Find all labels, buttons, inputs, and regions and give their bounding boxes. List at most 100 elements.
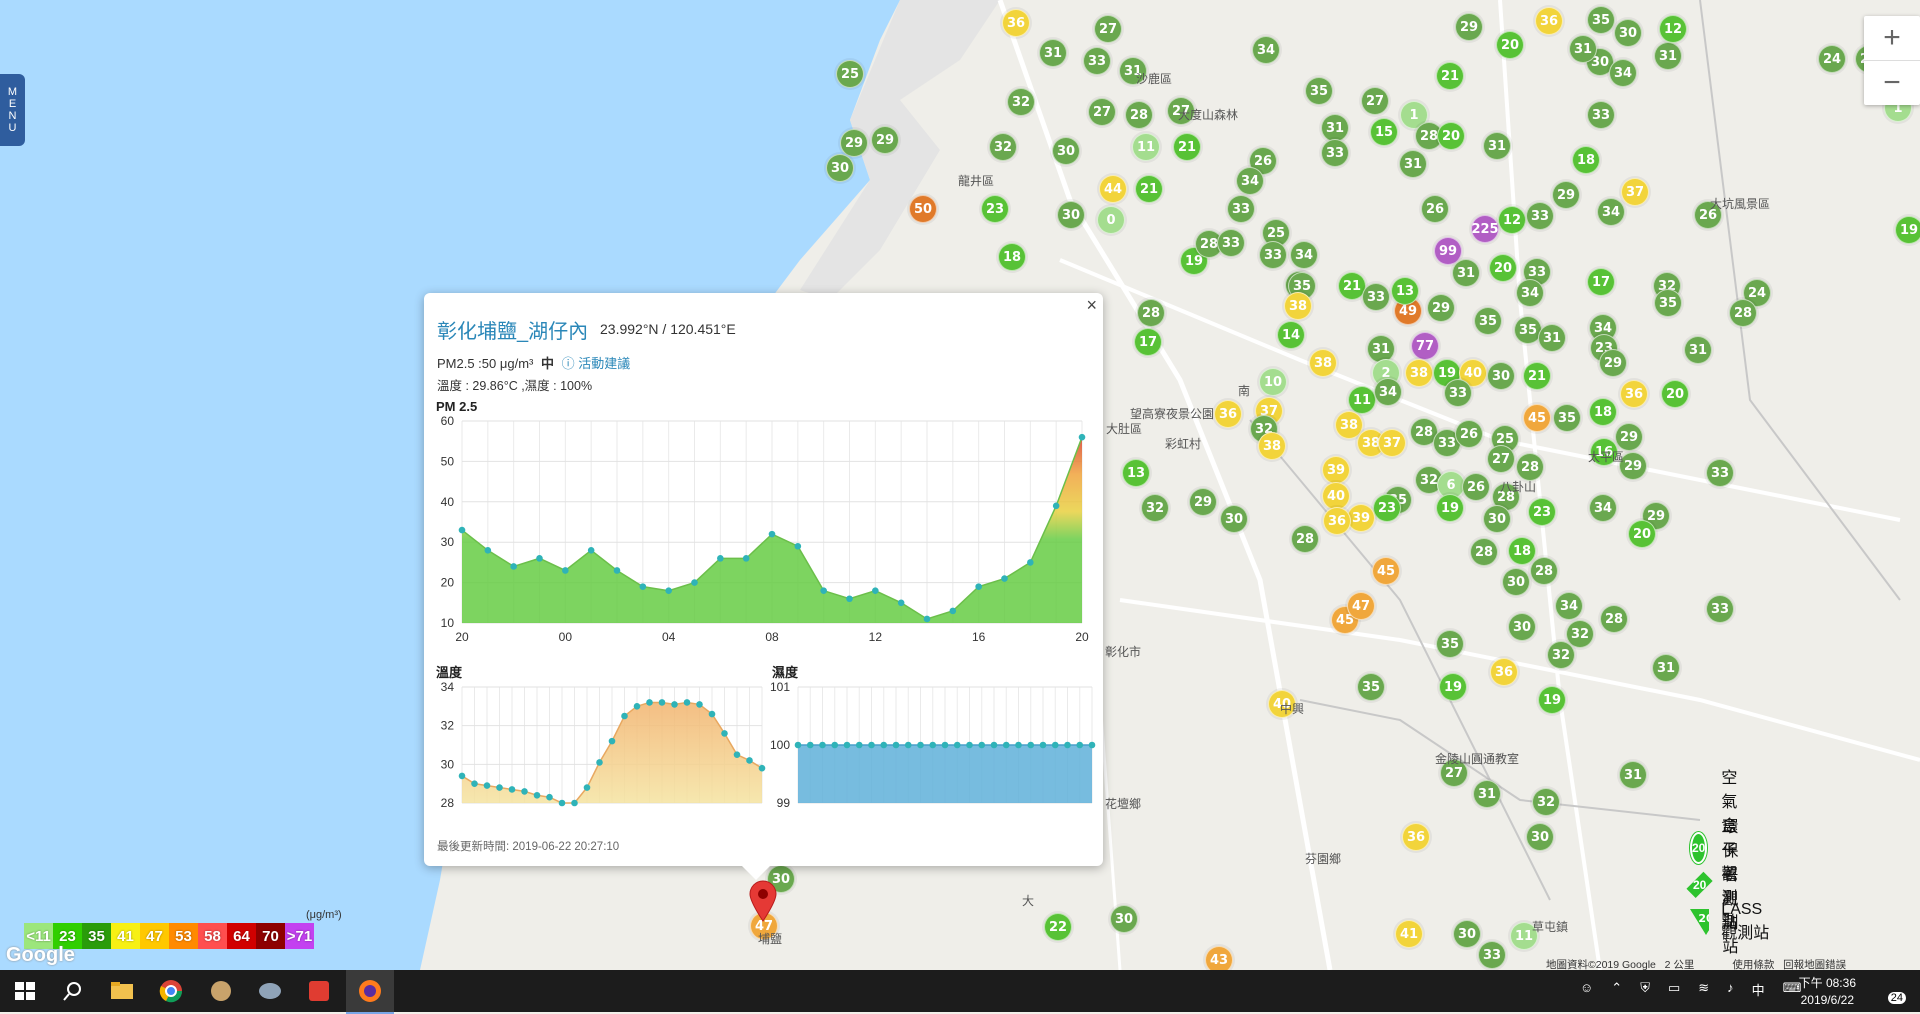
station-marker[interactable]: 31 bbox=[1619, 761, 1647, 789]
wifi-icon[interactable]: ≋ bbox=[1698, 980, 1709, 999]
station-marker[interactable]: 35 bbox=[1553, 404, 1581, 432]
station-marker[interactable]: 50 bbox=[909, 195, 937, 223]
station-marker[interactable]: 23 bbox=[1373, 494, 1401, 522]
station-marker[interactable]: 28 bbox=[1600, 605, 1628, 633]
station-marker[interactable]: 17 bbox=[1587, 268, 1615, 296]
station-marker[interactable]: 35 bbox=[1357, 673, 1385, 701]
app-icon[interactable] bbox=[257, 978, 283, 1004]
station-marker[interactable]: 34 bbox=[1609, 59, 1637, 87]
station-marker[interactable]: 22 bbox=[1044, 913, 1072, 941]
station-marker[interactable]: 29 bbox=[1427, 294, 1455, 322]
station-marker[interactable]: 38 bbox=[1258, 432, 1286, 460]
chevron-up-icon[interactable]: ⌃ bbox=[1611, 980, 1622, 999]
station-marker[interactable]: 43 bbox=[1205, 946, 1233, 970]
station-marker[interactable]: 31 bbox=[1654, 42, 1682, 70]
station-marker[interactable]: 33 bbox=[1444, 379, 1472, 407]
station-marker[interactable]: 39 bbox=[1322, 456, 1350, 484]
station-marker[interactable]: 38 bbox=[1405, 359, 1433, 387]
shield-icon[interactable]: ⛨ bbox=[1640, 980, 1650, 999]
station-marker[interactable]: 29 bbox=[840, 129, 868, 157]
chrome-icon[interactable] bbox=[158, 978, 184, 1004]
station-marker[interactable]: 19 bbox=[1436, 494, 1464, 522]
station-marker[interactable]: 21 bbox=[1436, 62, 1464, 90]
station-marker[interactable]: 12 bbox=[1659, 15, 1687, 43]
station-marker[interactable]: 34 bbox=[1589, 494, 1617, 522]
station-marker[interactable]: 33 bbox=[1587, 101, 1615, 129]
station-marker[interactable]: 18 bbox=[1572, 146, 1600, 174]
station-marker[interactable]: 27 bbox=[1094, 15, 1122, 43]
station-marker[interactable]: 36 bbox=[1402, 823, 1430, 851]
station-marker[interactable]: 20 bbox=[1489, 254, 1517, 282]
station-marker[interactable]: 20 bbox=[1496, 31, 1524, 59]
station-marker[interactable]: 34 bbox=[1236, 167, 1264, 195]
station-marker[interactable]: 29 bbox=[1455, 13, 1483, 41]
station-marker[interactable]: 39 bbox=[1347, 504, 1375, 532]
station-marker[interactable]: 28 bbox=[1530, 557, 1558, 585]
station-marker[interactable]: 14 bbox=[1277, 321, 1305, 349]
station-marker[interactable]: 36 bbox=[1323, 507, 1351, 535]
station-marker[interactable]: 33 bbox=[1321, 139, 1349, 167]
station-marker[interactable]: 18 bbox=[1589, 398, 1617, 426]
station-marker[interactable]: 33 bbox=[1362, 283, 1390, 311]
station-marker[interactable]: 31 bbox=[1538, 324, 1566, 352]
station-marker[interactable]: 37 bbox=[1621, 178, 1649, 206]
station-marker[interactable]: 33 bbox=[1083, 47, 1111, 75]
station-marker[interactable]: 21 bbox=[1135, 175, 1163, 203]
station-marker[interactable]: 26 bbox=[1421, 195, 1449, 223]
map-view[interactable]: 36 27 31 33 31 34 25 29 29 30 32 27 28 27 32 30 11 21 50 23… bbox=[0, 0, 1920, 970]
station-marker[interactable]: 31 bbox=[1483, 132, 1511, 160]
station-marker[interactable]: 33 bbox=[1526, 202, 1554, 230]
station-marker[interactable]: 31 bbox=[1321, 114, 1349, 142]
station-marker[interactable]: 33 bbox=[1227, 195, 1255, 223]
station-marker[interactable]: 25 bbox=[836, 60, 864, 88]
app-icon[interactable] bbox=[208, 978, 234, 1004]
station-marker[interactable]: 31 bbox=[1652, 654, 1680, 682]
station-marker[interactable]: 31 bbox=[1684, 336, 1712, 364]
station-marker[interactable]: 30 bbox=[1487, 362, 1515, 390]
battery-icon[interactable]: ▭ bbox=[1668, 980, 1680, 999]
station-marker[interactable]: 29 bbox=[1599, 349, 1627, 377]
station-marker[interactable]: 26 bbox=[1462, 473, 1490, 501]
station-marker[interactable]: 34 bbox=[1516, 279, 1544, 307]
station-marker[interactable]: 21 bbox=[1173, 133, 1201, 161]
station-marker[interactable]: 11 bbox=[1348, 386, 1376, 414]
station-marker[interactable]: 18 bbox=[1508, 537, 1536, 565]
station-marker[interactable]: 36 bbox=[1214, 400, 1242, 428]
station-marker[interactable]: 11 bbox=[1132, 133, 1160, 161]
station-marker[interactable]: 38 bbox=[1309, 349, 1337, 377]
station-marker[interactable]: 35 bbox=[1474, 307, 1502, 335]
search-icon[interactable] bbox=[60, 978, 86, 1004]
station-marker[interactable]: 29 bbox=[1552, 181, 1580, 209]
station-marker[interactable]: 33 bbox=[1706, 595, 1734, 623]
ime-indicator[interactable]: 中 bbox=[1752, 980, 1765, 999]
station-marker[interactable]: 33 bbox=[1478, 941, 1506, 969]
station-marker[interactable]: 45 bbox=[1372, 557, 1400, 585]
station-marker[interactable]: 34 bbox=[1597, 198, 1625, 226]
station-marker[interactable]: 35 bbox=[1587, 6, 1615, 34]
station-marker[interactable]: 32 bbox=[989, 133, 1017, 161]
station-marker[interactable]: 20 bbox=[1437, 122, 1465, 150]
station-marker[interactable]: 35 bbox=[1654, 289, 1682, 317]
station-marker[interactable]: 36 bbox=[1490, 658, 1518, 686]
station-marker[interactable]: 33 bbox=[1259, 241, 1287, 269]
app-icon[interactable] bbox=[306, 978, 332, 1004]
zoom-out-button[interactable]: − bbox=[1864, 60, 1920, 105]
location-pin-icon[interactable] bbox=[748, 880, 778, 922]
station-marker[interactable]: 17 bbox=[1134, 328, 1162, 356]
station-marker[interactable]: 30 bbox=[1483, 505, 1511, 533]
station-marker[interactable]: 30 bbox=[1614, 19, 1642, 47]
station-marker[interactable]: 10 bbox=[1259, 368, 1287, 396]
station-marker[interactable]: 32 bbox=[1547, 641, 1575, 669]
station-marker[interactable]: 32 bbox=[1007, 88, 1035, 116]
clock[interactable]: 下午 08:36 2019/6/22 bbox=[1799, 975, 1856, 1009]
station-marker[interactable]: 31 bbox=[1569, 35, 1597, 63]
station-marker[interactable]: 30 bbox=[1508, 613, 1536, 641]
station-marker[interactable]: 28 bbox=[1470, 538, 1498, 566]
station-marker[interactable]: 31 bbox=[1473, 780, 1501, 808]
station-marker[interactable]: 36 bbox=[1002, 9, 1030, 37]
station-marker[interactable]: 41 bbox=[1395, 920, 1423, 948]
station-marker[interactable]: 23 bbox=[981, 195, 1009, 223]
volume-icon[interactable]: ♪ bbox=[1727, 980, 1734, 999]
station-marker[interactable]: 34 bbox=[1252, 36, 1280, 64]
windows-start-icon[interactable] bbox=[12, 978, 38, 1004]
